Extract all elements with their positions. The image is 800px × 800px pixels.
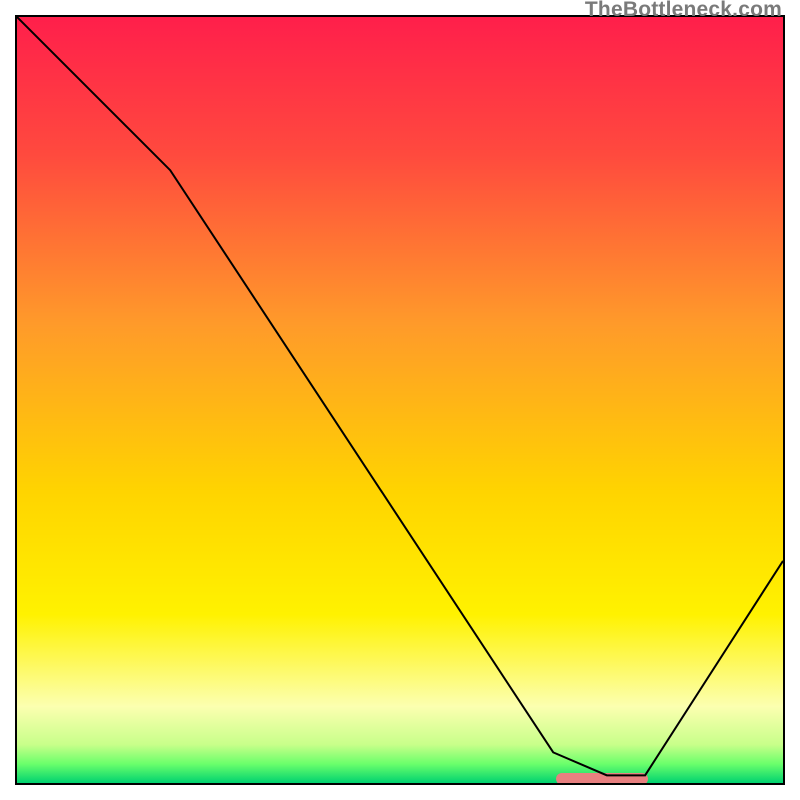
gradient-background [17,17,783,783]
watermark-text: TheBottleneck.com [585,0,782,20]
plot-area [15,15,785,785]
optimal-range-marker [556,773,648,785]
chart-canvas: TheBottleneck.com [0,0,800,800]
